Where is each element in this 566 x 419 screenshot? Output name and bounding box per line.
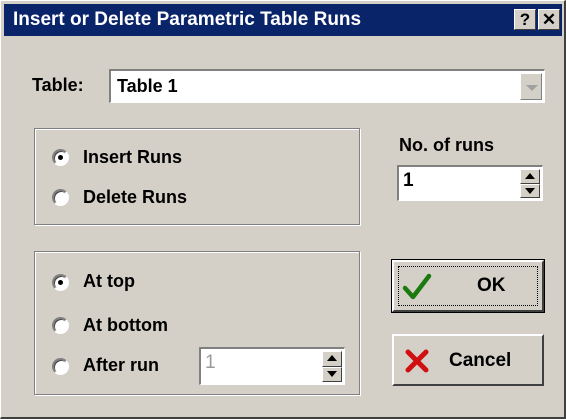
spin-down-button[interactable] xyxy=(520,183,540,198)
x-icon xyxy=(405,349,429,373)
help-button[interactable]: ? xyxy=(514,9,536,30)
insert-delete-runs-dialog: Insert or Delete Parametric Table Runs ?… xyxy=(0,0,566,419)
ok-label: OK xyxy=(477,275,506,296)
at-top-label[interactable]: At top xyxy=(83,271,135,292)
arrow-up-icon xyxy=(327,355,337,361)
chevron-down-icon xyxy=(526,85,538,91)
radio-selected-dot xyxy=(58,155,63,160)
no-of-runs-spin-buttons xyxy=(520,169,540,198)
cancel-button[interactable]: Cancel xyxy=(392,334,544,386)
at-bottom-radio[interactable] xyxy=(52,317,69,334)
no-of-runs-label: No. of runs xyxy=(399,135,494,155)
ok-button[interactable]: OK xyxy=(391,259,545,313)
insert-runs-label[interactable]: Insert Runs xyxy=(83,147,182,168)
table-label: Table: xyxy=(32,75,84,95)
dialog-title: Insert or Delete Parametric Table Runs xyxy=(13,9,362,30)
after-run-spinner[interactable]: 1 xyxy=(199,347,345,385)
delete-runs-label[interactable]: Delete Runs xyxy=(83,187,187,208)
spin-up-button[interactable] xyxy=(520,169,540,184)
arrow-down-icon xyxy=(525,187,535,194)
cancel-label: Cancel xyxy=(449,350,512,371)
delete-runs-radio[interactable] xyxy=(52,189,69,206)
radio-selected-dot xyxy=(58,280,63,285)
at-top-radio[interactable] xyxy=(52,274,69,291)
after-run-radio[interactable] xyxy=(52,358,69,375)
at-bottom-label[interactable]: At bottom xyxy=(83,315,168,336)
insert-runs-radio[interactable] xyxy=(52,149,69,166)
no-of-runs-spinner[interactable]: 1 xyxy=(397,165,543,201)
check-icon xyxy=(402,273,432,300)
no-of-runs-value: 1 xyxy=(403,170,414,191)
after-run-label[interactable]: After run xyxy=(83,355,159,376)
title-bar: Insert or Delete Parametric Table Runs ?… xyxy=(4,4,562,36)
arrow-up-icon xyxy=(525,173,535,179)
table-dropdown-button[interactable] xyxy=(520,73,542,100)
close-button[interactable]: ✕ xyxy=(538,9,560,30)
mode-group xyxy=(34,128,360,225)
arrow-down-icon xyxy=(327,370,337,377)
after-run-spin-buttons xyxy=(322,351,342,382)
after-run-value: 1 xyxy=(205,352,216,373)
table-select-value: Table 1 xyxy=(117,76,178,96)
table-select[interactable]: Table 1 xyxy=(109,69,545,103)
spin-up-button[interactable] xyxy=(322,351,342,367)
spin-down-button[interactable] xyxy=(322,366,342,382)
